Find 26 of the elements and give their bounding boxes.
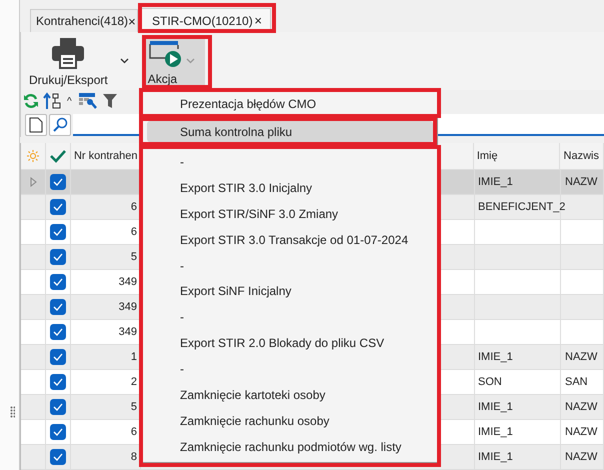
table-cell: 2 bbox=[130, 376, 137, 388]
table-cell: 349 bbox=[118, 301, 137, 313]
table-cell: 349 bbox=[118, 276, 137, 288]
table-cell: SAN bbox=[565, 376, 588, 388]
table-cell: NAZW bbox=[565, 426, 598, 438]
button-label: Akcja bbox=[148, 72, 178, 86]
table-cell: IMIE_1 bbox=[478, 451, 513, 463]
table-cell: 8 bbox=[130, 451, 137, 463]
table-cell: NAZW bbox=[565, 401, 598, 413]
table-cell: NAZW bbox=[565, 176, 598, 188]
table-cell: 5 bbox=[130, 401, 137, 413]
button-label: Drukuj/Eksport bbox=[29, 73, 108, 87]
table-cell: IMIE_1 bbox=[478, 401, 513, 413]
table-cell: IMIE_1 bbox=[478, 426, 513, 438]
table-cell: 349 bbox=[118, 326, 137, 338]
table-cell: IMIE_1 bbox=[478, 176, 513, 188]
table-cell: 6 bbox=[130, 426, 137, 438]
table-cell: BENEFICJENT_2 bbox=[478, 201, 566, 213]
table-cell: SON bbox=[478, 376, 502, 388]
table-cell: 6 bbox=[130, 201, 137, 213]
table-cell: NAZW bbox=[565, 451, 598, 463]
table-cell: 1 bbox=[130, 351, 137, 363]
table-cell: 5 bbox=[130, 251, 137, 263]
table-cell: 6 bbox=[130, 226, 137, 238]
table-cell: IMIE_1 bbox=[478, 351, 513, 363]
table-cell: NAZW bbox=[565, 351, 598, 363]
